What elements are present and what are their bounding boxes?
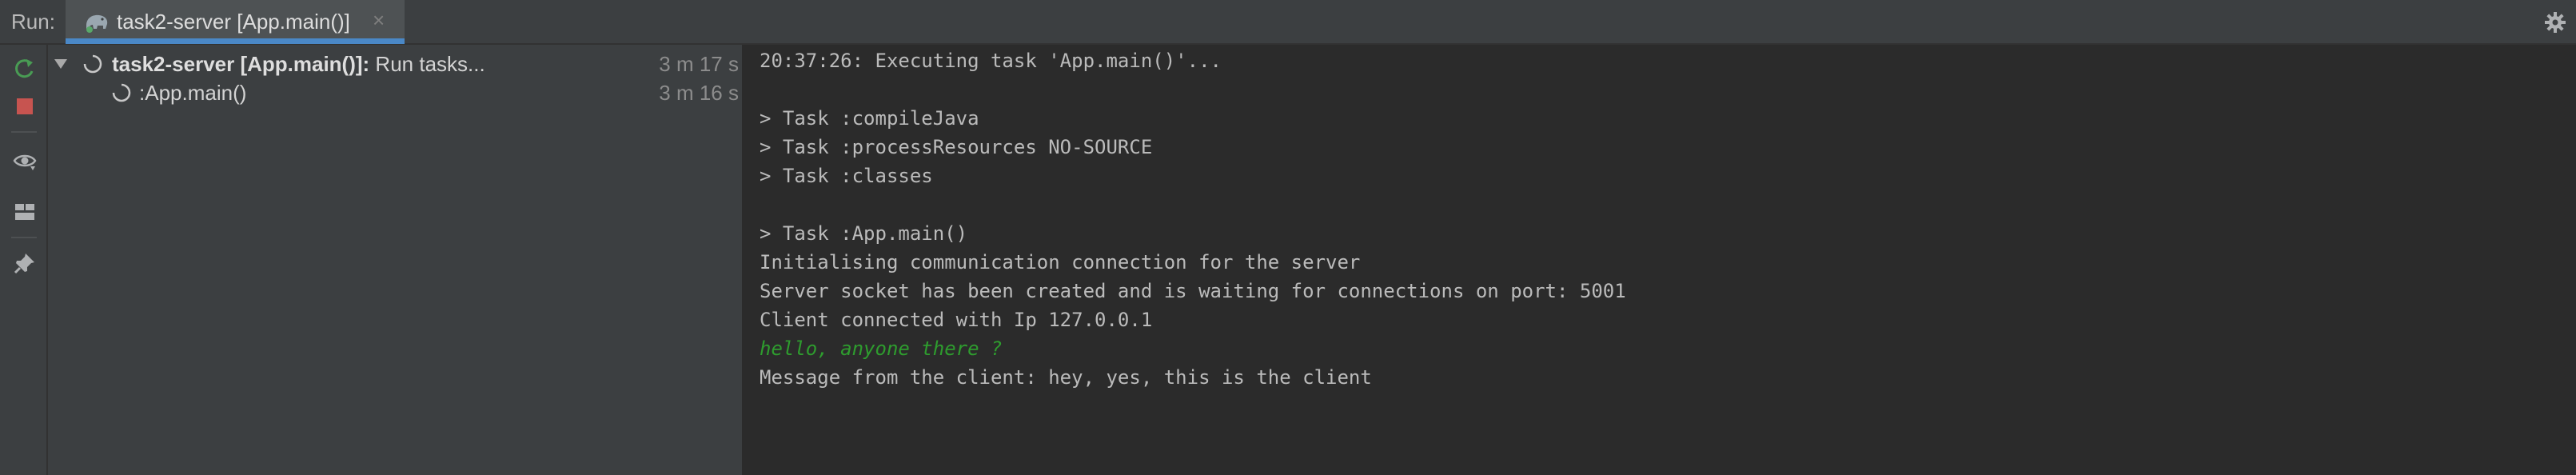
console-line: > Task :compileJava	[760, 107, 979, 130]
tree-child-label: :App.main()	[139, 81, 247, 105]
console-line: Client connected with Ip 127.0.0.1	[760, 309, 1153, 331]
console-line: > Task :App.main()	[760, 222, 968, 245]
tree-root-name: task2-server [App.main()]:	[112, 52, 370, 76]
tab-close-icon[interactable]: ×	[373, 8, 385, 33]
console-line: 20:37:26: Executing task 'App.main()'...	[760, 50, 1222, 72]
tab-active-indicator	[66, 38, 405, 44]
run-tree-panel: task2-server [App.main()]: Run tasks... …	[48, 45, 744, 475]
console-line: > Task :classes	[760, 165, 933, 187]
toolbar-divider	[11, 237, 37, 238]
spinner-icon	[83, 54, 102, 74]
tool-window-header: Run: task2-server [App.main()] ×	[0, 0, 2576, 45]
tree-root-status: Run tasks...	[369, 52, 485, 76]
gear-icon[interactable]	[2544, 11, 2566, 34]
tree-root-row[interactable]: task2-server [App.main()]: Run tasks... …	[48, 48, 744, 77]
stop-icon[interactable]	[13, 94, 37, 118]
tree-child-time: 3 m 16 s	[659, 81, 739, 105]
run-label: Run:	[11, 10, 55, 34]
tree-root-time: 3 m 17 s	[659, 52, 739, 76]
console-output[interactable]: 20:37:26: Executing task 'App.main()'...…	[744, 45, 2576, 475]
console-line: > Task :processResources NO-SOURCE	[760, 136, 1153, 158]
console-line: Server socket has been created and is wa…	[760, 280, 1626, 302]
console-line: Initialising communication connection fo…	[760, 251, 1361, 273]
eye-icon[interactable]	[13, 149, 37, 173]
gradle-elephant-icon	[86, 14, 108, 33]
run-toolbar	[0, 45, 48, 475]
console-line: Message from the client: hey, yes, this …	[760, 366, 1372, 389]
tree-child-row[interactable]: :App.main() 3 m 16 s	[48, 77, 744, 106]
spinner-icon	[112, 83, 131, 102]
console-user-input-line: hello, anyone there ?	[760, 337, 1003, 360]
rerun-icon[interactable]	[13, 56, 37, 80]
pin-icon[interactable]	[13, 251, 37, 275]
tab-title[interactable]: task2-server [App.main()]	[117, 10, 350, 34]
toolbar-divider	[11, 131, 37, 133]
expand-arrow-icon[interactable]	[54, 59, 67, 69]
layout-icon[interactable]	[13, 200, 37, 224]
tree-root-label: task2-server [App.main()]: Run tasks...	[112, 52, 485, 77]
